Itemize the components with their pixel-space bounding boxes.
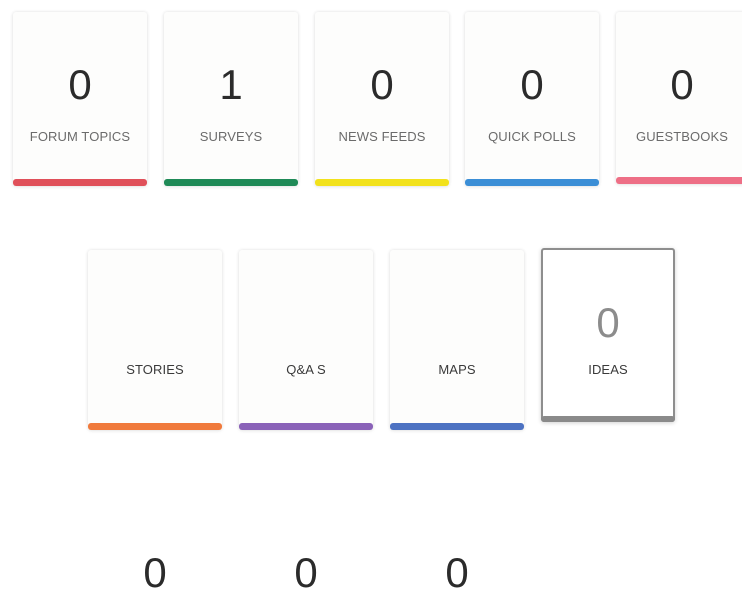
card-qa[interactable]: 0 Q&A S [239,250,373,594]
card-news-feeds[interactable]: 0 NEWS FEEDS [315,12,449,186]
news-feeds-count: 0 [370,61,394,108]
ideas-label: IDEAS [588,362,628,377]
news-feeds-color-bar [315,179,449,186]
forum-topics-count: 0 [68,61,92,108]
guestbooks-label: GUESTBOOKS [635,129,729,144]
card-surveys[interactable]: 1 SURVEYS [164,12,298,186]
qa-label: Q&A S [286,362,326,377]
card-stories[interactable]: 0 STORIES [88,250,222,594]
surveys-count: 1 [219,61,243,108]
ideas-color-bar [541,416,675,422]
ideas-count: 0 [596,299,620,346]
surveys-color-bar [164,179,298,186]
card-quick-polls[interactable]: 0 QUICK POLLS [465,12,599,186]
card-ideas[interactable]: 0 IDEAS [541,248,675,422]
maps-count: 0 [445,549,469,596]
stories-color-bar [88,423,222,430]
stories-count: 0 [143,549,167,596]
news-feeds-label: NEWS FEEDS [338,129,426,144]
quick-polls-color-bar [465,179,599,186]
card-guestbooks[interactable]: 0 GUESTBOOKS [616,12,742,184]
quick-polls-count: 0 [520,61,544,108]
guestbooks-count: 0 [670,61,694,108]
quick-polls-label: QUICK POLLS [488,129,576,144]
card-maps[interactable]: 0 MAPS [390,250,524,594]
qa-count: 0 [294,549,318,596]
qa-color-bar [239,423,373,430]
forum-topics-label: FORUM TOPICS [29,129,131,144]
guestbooks-color-bar [616,177,742,184]
maps-label: MAPS [438,362,476,377]
card-forum-topics[interactable]: 0 FORUM TOPICS [13,12,147,186]
stories-label: STORIES [126,362,184,377]
maps-color-bar [390,423,524,430]
surveys-label: SURVEYS [199,129,263,144]
forum-topics-color-bar [13,179,147,186]
